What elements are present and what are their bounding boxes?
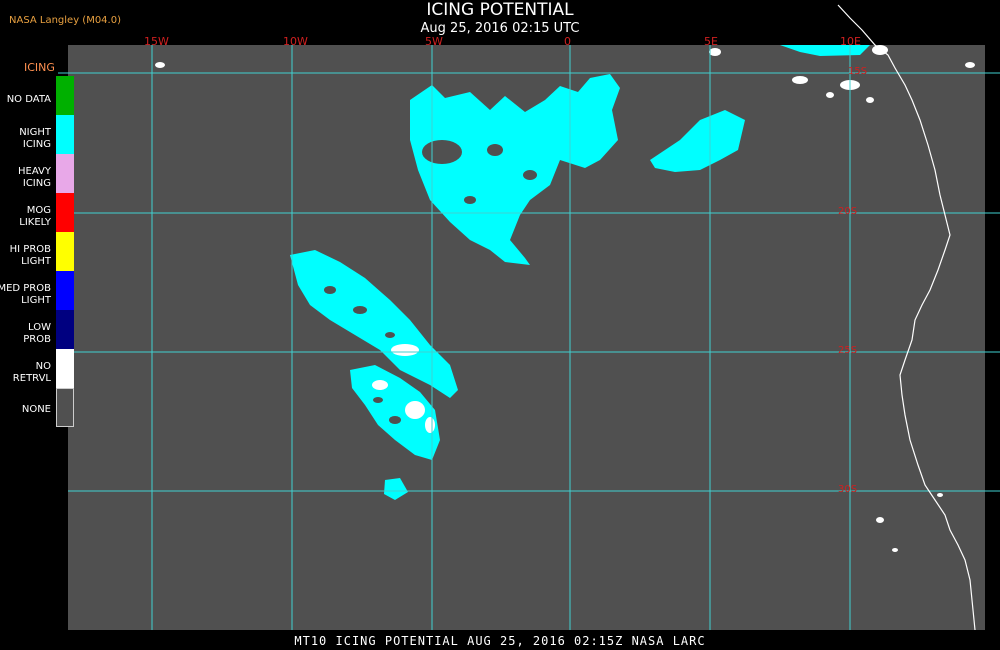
legend-swatch [56,76,74,115]
legend-swatch [56,349,74,388]
lon-label: 0 [564,35,571,48]
legend-item-none: NONE [0,388,76,427]
legend-swatch [56,388,74,427]
legend-swatch [56,154,74,193]
footer-caption: MT10 ICING POTENTIAL AUG 25, 2016 02:15Z… [294,634,706,648]
legend-label: LOW PROB [23,322,51,345]
legend-item-no-data: NO DATA [0,76,76,115]
map-canvas [0,4,1000,631]
legend-label: NO RETRVL [12,361,51,384]
legend-item-mog-likely: MOG LIKELY [0,193,76,232]
lon-label: 10W [283,35,308,48]
legend-item-hi-prob-light: HI PROB LIGHT [0,232,76,271]
lon-label: 10E [840,35,861,48]
lon-label: 15W [144,35,169,48]
lat-label: 25S [838,345,858,356]
lat-label: 20S [838,206,858,217]
map-subtitle: Aug 25, 2016 02:15 UTC [420,21,580,36]
legend-swatch [56,310,74,349]
legend-item-heavy-icing: HEAVY ICING [0,154,76,193]
legend-swatch [56,232,74,271]
map-title: ICING POTENTIAL [426,0,574,20]
lon-label: 5E [704,35,718,48]
lat-label: 15S [848,66,868,77]
legend-swatch [56,271,74,310]
legend-label: NIGHT ICING [19,127,51,150]
lat-label: 30S [838,484,858,495]
legend-swatch [56,193,74,232]
legend-title: ICING [24,61,55,74]
legend-item-low-prob: LOW PROB [0,310,76,349]
legend-label: NONE [21,404,51,415]
legend-label: MOG LIKELY [19,205,51,228]
legend-item-night-icing: NIGHT ICING [0,115,76,154]
legend-item-med-prob-light: MED PROB LIGHT [0,271,76,310]
legend-item-no-retrieval: NO RETRVL [0,349,76,388]
legend-swatch [56,115,74,154]
lon-label: 5W [425,35,443,48]
legend-label: NO DATA [6,94,51,105]
legend-label: HI PROB LIGHT [9,244,51,267]
legend-label: HEAVY ICING [18,166,51,189]
legend-label: MED PROB LIGHT [0,283,51,306]
